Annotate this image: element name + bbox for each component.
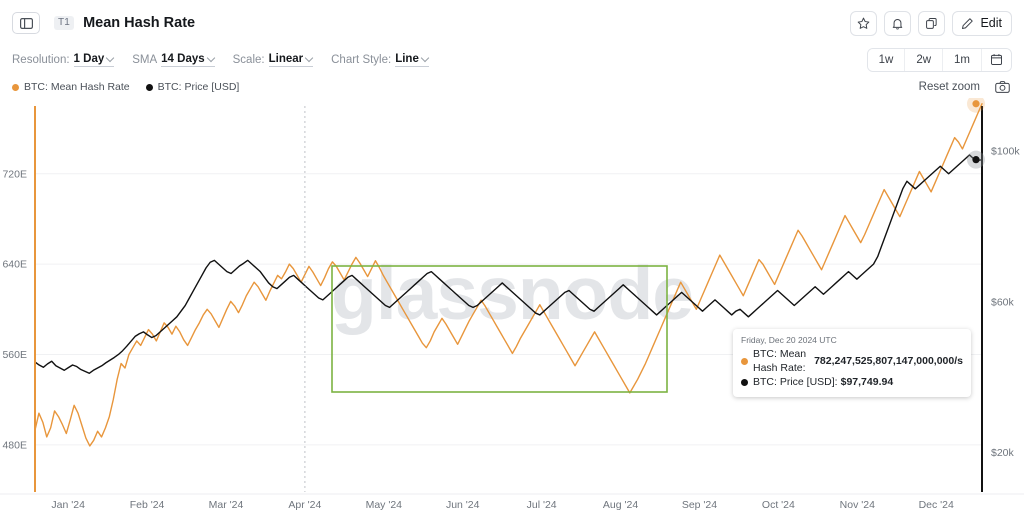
bell-icon[interactable]: [884, 10, 912, 36]
legend-color-dot: [12, 83, 19, 91]
tooltip-row-price: BTC: Price [USD]: $97,749.94: [741, 375, 963, 389]
chevron-down-icon: [306, 55, 313, 62]
tooltip-key-price: BTC: Price [USD]:: [753, 376, 838, 389]
tooltip-value-price: $97,749.94: [840, 376, 894, 389]
y-axis-right-tick: $100k: [991, 146, 1020, 158]
chart-app: T1 Mean Hash Rate Edit Resolution: 1 Day…: [0, 0, 1024, 524]
tooltip-color-dot: [741, 378, 748, 386]
chevron-down-icon: [107, 55, 114, 62]
tooltip-date: Friday, Dec 20 2024 UTC: [741, 335, 837, 345]
x-axis-tick: Jun '24: [446, 499, 480, 511]
legend-item-price[interactable]: BTC: Price [USD]: [145, 81, 240, 93]
control-chart-style-dropdown[interactable]: Line: [395, 53, 429, 67]
control-sma-dropdown[interactable]: 14 Days: [161, 52, 215, 67]
chevron-down-icon: [208, 55, 215, 62]
control-scale-dropdown[interactable]: Linear: [268, 52, 314, 67]
x-axis-tick: Sep '24: [682, 499, 717, 511]
control-scale: Scale: Linear: [232, 52, 314, 67]
page-title: Mean Hash Rate: [83, 15, 196, 31]
control-chart-style: Chart Style: Line: [331, 53, 429, 67]
chart-controls: Resolution: 1 Day SMA 14 Days Scale: Lin…: [0, 46, 1024, 73]
x-axis-tick: Jan '24: [51, 499, 85, 511]
edit-button[interactable]: Edit: [952, 10, 1012, 36]
x-axis-tick: Nov '24: [840, 499, 875, 511]
chart-legend: BTC: Mean Hash Rate BTC: Price [USD] Res…: [0, 76, 1024, 98]
y-axis-right-tick: $60k: [991, 296, 1015, 308]
tier-badge: T1: [54, 16, 75, 30]
x-axis-tick: Jul '24: [527, 499, 557, 511]
legend-label-hash-rate: BTC: Mean Hash Rate: [24, 81, 130, 93]
x-axis-tick: May '24: [366, 499, 403, 511]
control-scale-value: Linear: [268, 52, 304, 65]
control-resolution-label: Resolution:: [12, 53, 70, 66]
copy-icon[interactable]: [918, 10, 946, 36]
y-axis-left-tick: 640E: [2, 259, 27, 271]
sidebar-panel-glyph: [19, 17, 33, 29]
control-sma-label: SMA: [132, 53, 158, 66]
star-icon[interactable]: [850, 10, 878, 36]
header-actions: Edit: [850, 10, 1012, 36]
control-resolution-value: 1 Day: [73, 52, 105, 65]
legend-color-dot: [145, 83, 153, 91]
sidebar-panel-icon[interactable]: [12, 12, 40, 34]
control-sma-value: 14 Days: [161, 52, 205, 65]
copy-glyph: [926, 17, 938, 29]
x-axis-tick: Dec '24: [919, 499, 954, 511]
control-scale-label: Scale:: [232, 53, 265, 66]
tooltip-row-hash-rate: BTC: Mean Hash Rate: 782,247,525,807,147…: [741, 347, 963, 375]
x-axis-tick: Mar '24: [209, 499, 244, 511]
bell-glyph: [893, 18, 903, 30]
chart-tooltip: Friday, Dec 20 2024 UTC BTC: Mean Hash R…: [733, 329, 971, 397]
chart-canvas[interactable]: glassnode 480E 560E 640E 720E $20k $60k $100k J…: [0, 98, 1024, 524]
y-axis-left-tick: 480E: [2, 439, 27, 451]
x-axis-tick: Oct '24: [762, 499, 795, 511]
control-resolution-dropdown[interactable]: 1 Day: [73, 52, 115, 67]
y-axis-left-tick: 720E: [2, 168, 27, 180]
x-axis-tick: Apr '24: [288, 499, 321, 511]
control-chart-style-label: Chart Style:: [331, 53, 392, 66]
control-sma: SMA 14 Days: [132, 52, 215, 67]
highlight-point-price: [972, 156, 980, 164]
tooltip-color-dot: [741, 357, 748, 365]
chevron-down-icon: [422, 55, 429, 62]
chart-plot: 480E 560E 640E 720E $20k $60k $100k Jan '24 Feb …: [0, 98, 1024, 511]
range-button-1m[interactable]: 1m: [943, 48, 982, 71]
legend-item-hash-rate[interactable]: BTC: Mean Hash Rate: [12, 81, 130, 93]
range-selector: 1w 2w 1m: [866, 47, 1012, 72]
calendar-glyph: [990, 54, 1003, 66]
pencil-icon: [962, 17, 974, 29]
legend-label-price: BTC: Price [USD]: [157, 81, 240, 93]
x-axis-tick: Feb '24: [130, 499, 165, 511]
legend-actions: Reset zoom: [919, 77, 1012, 97]
edit-button-label: Edit: [980, 16, 1002, 30]
tooltip-value-hash-rate: 782,247,525,807,147,000,000/s: [814, 355, 963, 368]
control-resolution: Resolution: 1 Day: [12, 52, 115, 67]
calendar-icon[interactable]: [982, 48, 1011, 71]
range-button-2w[interactable]: 2w: [905, 48, 944, 71]
control-chart-style-value: Line: [395, 52, 419, 65]
x-axis-tick: Aug '24: [603, 499, 638, 511]
y-axis-right-tick: $20k: [991, 447, 1015, 459]
tooltip-key-hash-rate: BTC: Mean Hash Rate:: [753, 348, 807, 375]
reset-zoom-button[interactable]: Reset zoom: [919, 81, 980, 93]
camera-glyph: [994, 81, 1010, 93]
camera-icon[interactable]: [992, 77, 1012, 97]
highlight-point-hash-rate: [972, 100, 980, 108]
y-axis-left-tick: 560E: [2, 349, 27, 361]
range-button-1w[interactable]: 1w: [867, 48, 906, 71]
star-glyph: [858, 17, 870, 29]
app-header: T1 Mean Hash Rate Edit: [0, 0, 1024, 46]
